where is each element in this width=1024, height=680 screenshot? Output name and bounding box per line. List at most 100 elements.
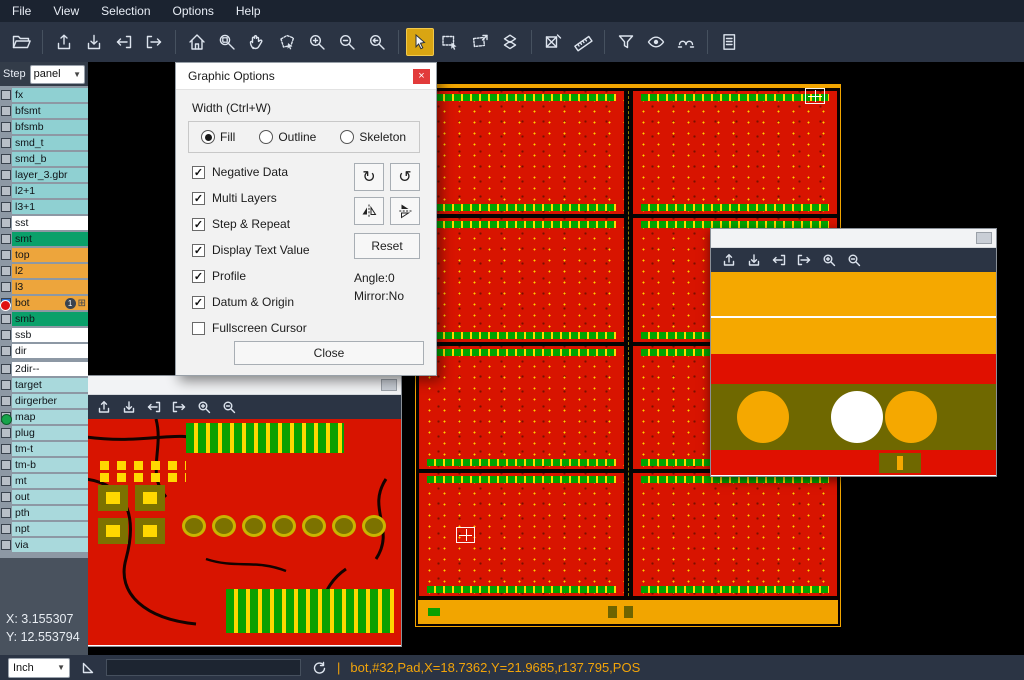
layer-visibility-checkbox[interactable]: [0, 412, 12, 422]
layer-visibility-checkbox[interactable]: [0, 266, 12, 276]
layers-button[interactable]: [496, 28, 524, 56]
rotate-ccw-button[interactable]: ↺: [390, 163, 420, 191]
layer-row[interactable]: smd_t: [0, 136, 88, 150]
layer-row[interactable]: l3+1: [0, 200, 88, 214]
layer-visibility-checkbox[interactable]: [0, 138, 12, 148]
zoom-in-button[interactable]: [195, 398, 213, 416]
layer-row[interactable]: mt: [0, 474, 88, 488]
zoom-in-button[interactable]: [820, 251, 838, 269]
layer-visibility-checkbox[interactable]: [0, 508, 12, 518]
reset-button[interactable]: Reset: [354, 233, 420, 259]
close-button[interactable]: Close: [234, 341, 424, 365]
layer-visibility-checkbox[interactable]: [0, 428, 12, 438]
layer-row[interactable]: ssb: [0, 328, 88, 342]
dialog-titlebar[interactable]: Graphic Options ×: [176, 63, 436, 90]
layer-row[interactable]: smt: [0, 232, 88, 246]
layer-visibility-checkbox[interactable]: [0, 364, 12, 374]
menu-options[interactable]: Options: [173, 4, 214, 18]
layer-row[interactable]: l2: [0, 264, 88, 278]
import-down-button[interactable]: [745, 251, 763, 269]
filter-button[interactable]: [612, 28, 640, 56]
layer-visibility-checkbox[interactable]: [0, 524, 12, 534]
layer-visibility-checkbox[interactable]: [0, 154, 12, 164]
import-up-button[interactable]: [720, 251, 738, 269]
layer-visibility-checkbox[interactable]: [0, 106, 12, 116]
layer-row[interactable]: l2+1: [0, 184, 88, 198]
menu-help[interactable]: Help: [236, 4, 261, 18]
layer-row[interactable]: dir: [0, 344, 88, 358]
layer-row[interactable]: npt: [0, 522, 88, 536]
layer-row[interactable]: map: [0, 410, 88, 424]
pan-hand-button[interactable]: [243, 28, 271, 56]
layer-row[interactable]: sst: [0, 216, 88, 230]
import-down-button[interactable]: [80, 28, 108, 56]
width-mode-radio[interactable]: Fill: [201, 130, 235, 144]
select-polygon-button[interactable]: [273, 28, 301, 56]
layer-visibility-checkbox[interactable]: [0, 314, 12, 324]
pan-left-button[interactable]: [145, 398, 163, 416]
mirror-vertical-button[interactable]: [390, 197, 420, 225]
layer-row[interactable]: layer_3.gbr: [0, 168, 88, 182]
layer-visibility-checkbox[interactable]: [0, 218, 12, 228]
layer-row[interactable]: dirgerber: [0, 394, 88, 408]
import-up-button[interactable]: [95, 398, 113, 416]
option-checkbox[interactable]: ✓ Display Text Value: [192, 243, 310, 257]
menu-file[interactable]: File: [12, 4, 31, 18]
layer-visibility-checkbox[interactable]: [0, 186, 12, 196]
zoom-window-button[interactable]: [213, 28, 241, 56]
option-checkbox[interactable]: ✓ Datum & Origin: [192, 295, 310, 309]
menu-view[interactable]: View: [53, 4, 79, 18]
import-down-button[interactable]: [120, 398, 138, 416]
layer-visibility-checkbox[interactable]: [0, 396, 12, 406]
pan-left-button[interactable]: [110, 28, 138, 56]
layer-visibility-checkbox[interactable]: [0, 476, 12, 486]
option-checkbox[interactable]: ✓ Step & Repeat: [192, 217, 310, 231]
layer-row[interactable]: top: [0, 248, 88, 262]
layer-visibility-checkbox[interactable]: [0, 282, 12, 292]
grid-icon[interactable]: ⊞: [78, 298, 86, 309]
layer-visibility-checkbox[interactable]: [0, 122, 12, 132]
transform-select-button[interactable]: [466, 28, 494, 56]
layer-row[interactable]: plug: [0, 426, 88, 440]
pan-right-button[interactable]: [140, 28, 168, 56]
rect-select-button[interactable]: [436, 28, 464, 56]
layer-visibility-checkbox[interactable]: [0, 346, 12, 356]
window-control-box[interactable]: [381, 379, 397, 391]
close-icon[interactable]: ×: [413, 69, 430, 84]
mirror-horizontal-button[interactable]: [354, 197, 384, 225]
option-checkbox[interactable]: ✓ Negative Data: [192, 165, 310, 179]
refresh-icon[interactable]: [311, 660, 327, 676]
layer-visibility-checkbox[interactable]: [0, 444, 12, 454]
layer-visibility-checkbox[interactable]: [0, 250, 12, 260]
snap-button[interactable]: [672, 28, 700, 56]
measure-area-button[interactable]: [539, 28, 567, 56]
layer-visibility-checkbox[interactable]: [0, 170, 12, 180]
layer-visibility-checkbox[interactable]: [0, 234, 12, 244]
layer-row[interactable]: smd_b: [0, 152, 88, 166]
detail-window-titlebar[interactable]: [711, 229, 996, 248]
zoom-out-button[interactable]: [220, 398, 238, 416]
layer-row[interactable]: bfsmb: [0, 120, 88, 134]
zoom-in-button[interactable]: [303, 28, 331, 56]
unit-select[interactable]: Inch ▼: [8, 658, 70, 678]
layer-visibility-checkbox[interactable]: [0, 90, 12, 100]
menu-selection[interactable]: Selection: [101, 4, 150, 18]
layer-row[interactable]: bot 1 ⊞: [0, 296, 88, 310]
open-folder-button[interactable]: [7, 28, 35, 56]
command-input[interactable]: [106, 659, 301, 676]
zoom-out-button[interactable]: [845, 251, 863, 269]
layer-row[interactable]: tm-b: [0, 458, 88, 472]
pan-right-button[interactable]: [170, 398, 188, 416]
layer-visibility-checkbox[interactable]: [0, 380, 12, 390]
layer-visibility-checkbox[interactable]: [0, 492, 12, 502]
layer-row[interactable]: pth: [0, 506, 88, 520]
width-mode-radio[interactable]: Skeleton: [340, 130, 406, 144]
layer-visibility-checkbox[interactable]: [0, 460, 12, 470]
step-select[interactable]: panel ▼: [30, 65, 85, 84]
layer-row[interactable]: smb: [0, 312, 88, 326]
layer-row[interactable]: tm-t: [0, 442, 88, 456]
option-checkbox[interactable]: ✓ Profile: [192, 269, 310, 283]
home-button[interactable]: [183, 28, 211, 56]
layer-row[interactable]: l3: [0, 280, 88, 294]
layer-row[interactable]: via: [0, 538, 88, 552]
